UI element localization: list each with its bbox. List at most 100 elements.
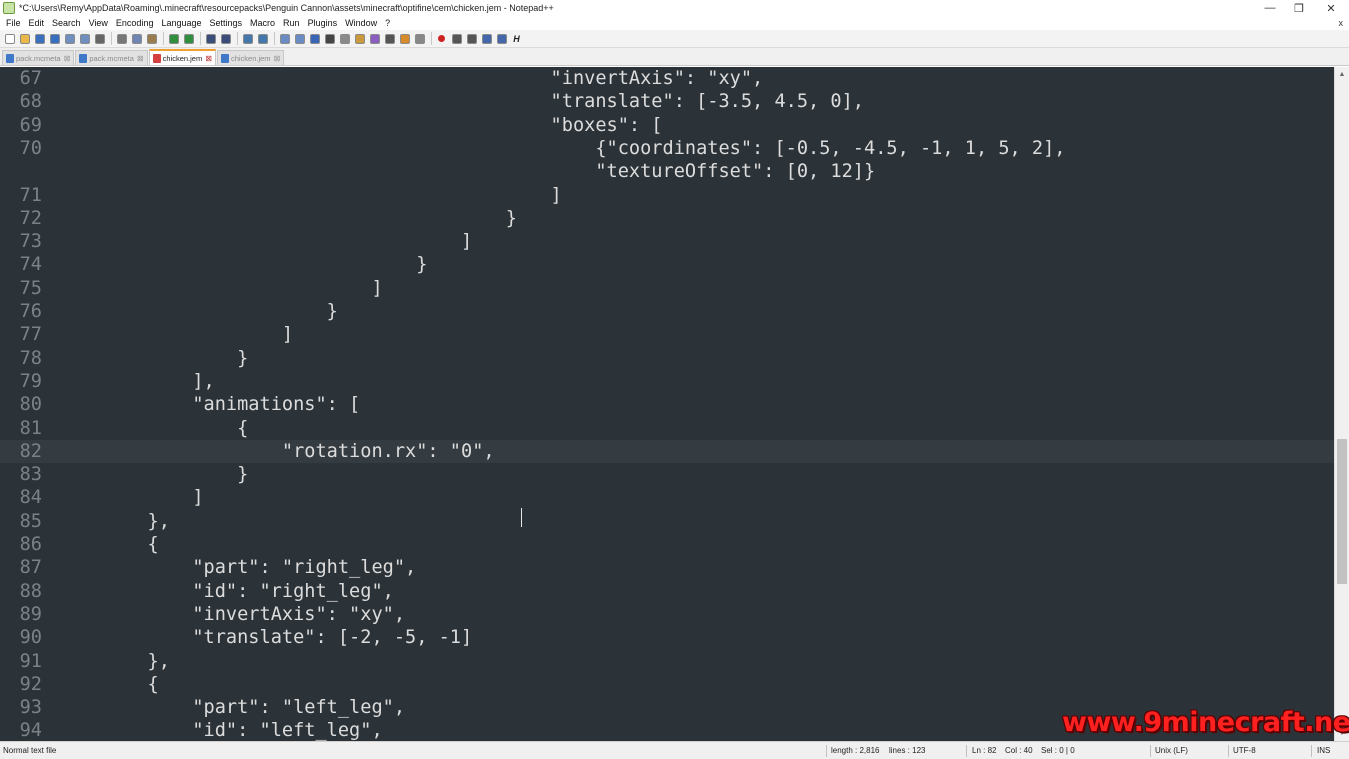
line-text: } <box>58 207 517 229</box>
word-wrap-icon[interactable] <box>308 32 321 45</box>
line-text: ] <box>58 184 562 206</box>
vertical-scrollbar[interactable]: ▲ ▼ <box>1334 67 1349 741</box>
scroll-up-icon[interactable]: ▲ <box>1335 67 1349 82</box>
code-line[interactable]: 82 "rotation.rx": "0", <box>0 439 1334 464</box>
zoom-in-icon[interactable] <box>241 32 254 45</box>
code-line[interactable]: 81 { <box>0 417 1334 440</box>
line-text: ] <box>58 277 383 299</box>
menu-run[interactable]: Run <box>279 18 304 28</box>
menu-window[interactable]: Window <box>341 18 381 28</box>
copy-icon[interactable] <box>130 32 143 45</box>
tab-pack-mcmeta-1[interactable]: pack.mcmeta ⊠ <box>2 50 75 65</box>
menu-search[interactable]: Search <box>48 18 85 28</box>
menu-settings[interactable]: Settings <box>206 18 247 28</box>
tab-close-icon[interactable]: ⊠ <box>64 54 71 63</box>
find-icon[interactable] <box>204 32 217 45</box>
tab-label: pack.mcmeta <box>16 53 61 63</box>
open-file-icon[interactable] <box>18 32 31 45</box>
tab-close-icon[interactable]: ⊠ <box>137 54 144 63</box>
code-line[interactable]: 72 } <box>0 207 1334 230</box>
line-text: { <box>58 534 159 555</box>
code-line[interactable]: 89 "invertAxis": "xy", <box>0 603 1334 626</box>
line-number: 76 <box>19 301 42 322</box>
indent-guide-icon[interactable] <box>338 32 351 45</box>
line-number: 67 <box>19 68 42 89</box>
cut-icon[interactable] <box>115 32 128 45</box>
menu-help[interactable]: ? <box>381 18 394 28</box>
code-line[interactable]: 73 ] <box>0 230 1334 253</box>
close-button[interactable]: ✕ <box>1317 0 1345 16</box>
folder-workspace-icon[interactable] <box>398 32 411 45</box>
code-line[interactable]: 74 } <box>0 253 1334 276</box>
record-macro-icon[interactable] <box>435 32 448 45</box>
code-line[interactable]: 79 ], <box>0 370 1334 393</box>
save-macro-icon[interactable] <box>495 32 508 45</box>
code-line[interactable]: 91 }, <box>0 650 1334 673</box>
menu-edit[interactable]: Edit <box>25 18 49 28</box>
tab-chicken-jem-4[interactable]: chicken.jem ⊠ <box>216 50 285 65</box>
close-document-button[interactable]: x <box>1339 16 1344 30</box>
code-line[interactable]: 76 } <box>0 300 1334 323</box>
sync-horizontal-icon[interactable] <box>293 32 306 45</box>
code-line[interactable]: 84 ] <box>0 486 1334 509</box>
tab-close-icon[interactable]: ⊠ <box>205 54 212 63</box>
tab-close-icon[interactable]: ⊠ <box>274 54 281 63</box>
code-line[interactable]: "textureOffset": [0, 12]} <box>0 160 1334 183</box>
user-language-icon[interactable] <box>353 32 366 45</box>
run-macro-multiple-icon[interactable] <box>480 32 493 45</box>
menu-language[interactable]: Language <box>157 18 205 28</box>
close-icon[interactable] <box>63 32 76 45</box>
code-line[interactable]: 75 ] <box>0 277 1334 300</box>
paste-icon[interactable] <box>145 32 158 45</box>
code-line[interactable]: 86 { <box>0 533 1334 556</box>
menu-encoding[interactable]: Encoding <box>112 18 158 28</box>
code-line[interactable]: 87 "part": "right_leg", <box>0 556 1334 579</box>
play-macro-icon[interactable] <box>465 32 478 45</box>
notepad-plus-plus-icon <box>3 2 15 14</box>
saved-file-icon <box>220 53 229 63</box>
code-line[interactable]: 71 ] <box>0 184 1334 207</box>
code-line[interactable]: 83 } <box>0 463 1334 486</box>
code-line[interactable]: 88 "id": "right_leg", <box>0 580 1334 603</box>
code-line[interactable]: 85 }, <box>0 510 1334 533</box>
menu-macro[interactable]: Macro <box>246 18 279 28</box>
restore-button[interactable]: ❐ <box>1285 0 1313 16</box>
code-line[interactable]: 68 "translate": [-3.5, 4.5, 0], <box>0 90 1334 113</box>
status-bar: Normal text file length : 2,816 lines : … <box>0 741 1349 759</box>
code-line[interactable]: 67 "invertAxis": "xy", <box>0 67 1334 90</box>
code-line[interactable]: 69 "boxes": [ <box>0 114 1334 137</box>
line-text: "part": "left_leg", <box>58 697 406 719</box>
minimize-button[interactable]: — <box>1256 0 1284 16</box>
line-text: "id": "left_leg", <box>58 720 383 741</box>
doc-map-icon[interactable] <box>368 32 381 45</box>
save-all-icon[interactable] <box>48 32 61 45</box>
menu-file[interactable]: File <box>2 18 25 28</box>
new-file-icon[interactable] <box>3 32 16 45</box>
line-number: 68 <box>19 91 42 113</box>
monitoring-icon[interactable] <box>413 32 426 45</box>
code-line[interactable]: 77 ] <box>0 323 1334 346</box>
menu-view[interactable]: View <box>85 18 112 28</box>
hex-icon[interactable]: H <box>510 32 523 45</box>
code-editor[interactable]: 67 "invertAxis": "xy", 68 "translate": [-… <box>0 67 1334 741</box>
code-line[interactable]: 80 "animations": [ <box>0 393 1334 416</box>
redo-icon[interactable] <box>182 32 195 45</box>
menu-plugins[interactable]: Plugins <box>304 18 342 28</box>
tab-pack-mcmeta-2[interactable]: pack.mcmeta ⊠ <box>75 50 148 65</box>
code-line[interactable]: 70 {"coordinates": [-0.5, -4.5, -1, 1, 5… <box>0 137 1334 160</box>
stop-macro-icon[interactable] <box>450 32 463 45</box>
zoom-out-icon[interactable] <box>256 32 269 45</box>
print-icon[interactable] <box>93 32 106 45</box>
scrollbar-thumb[interactable] <box>1337 439 1347 584</box>
close-all-icon[interactable] <box>78 32 91 45</box>
show-all-chars-icon[interactable] <box>323 32 336 45</box>
function-list-icon[interactable] <box>383 32 396 45</box>
undo-icon[interactable] <box>167 32 180 45</box>
code-line[interactable]: 92 { <box>0 673 1334 696</box>
tab-chicken-jem-3[interactable]: chicken.jem ⊠ <box>148 49 216 65</box>
save-icon[interactable] <box>33 32 46 45</box>
code-line[interactable]: 90 "translate": [-2, -5, -1] <box>0 626 1334 649</box>
sync-vertical-icon[interactable] <box>278 32 291 45</box>
replace-icon[interactable] <box>219 32 232 45</box>
code-line[interactable]: 78 } <box>0 347 1334 370</box>
